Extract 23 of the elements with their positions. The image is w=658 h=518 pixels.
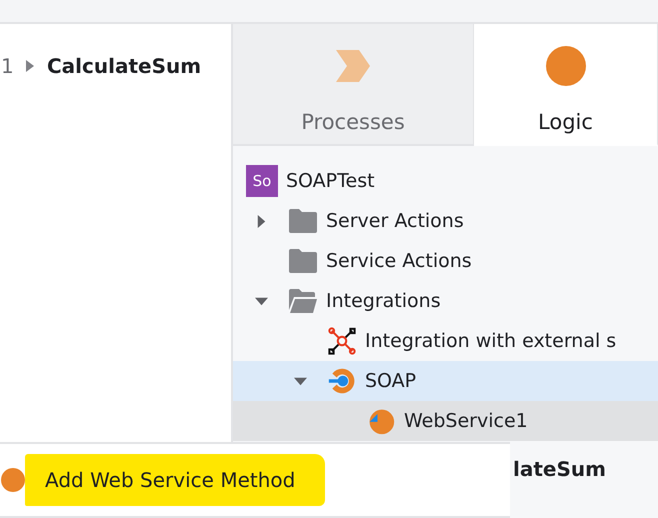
tree-item[interactable]: SOAPTest bbox=[286, 170, 375, 192]
menu-item[interactable]: Add Web Service Method bbox=[25, 454, 326, 506]
tab[interactable]: Processes bbox=[233, 24, 474, 146]
folder-icon bbox=[288, 207, 318, 235]
circle-icon bbox=[1, 468, 25, 492]
tree-item[interactable]: Integration with external s bbox=[365, 330, 616, 352]
network-icon bbox=[327, 327, 357, 355]
expand-arrow-icon[interactable] bbox=[25, 59, 35, 73]
expand-arrow-icon[interactable] bbox=[255, 214, 268, 228]
soap-service-icon bbox=[327, 367, 357, 395]
line-number: 1 bbox=[1, 54, 15, 78]
tree-item[interactable]: WebService1 bbox=[404, 410, 528, 432]
open-folder-icon bbox=[288, 287, 318, 315]
tab[interactable]: Logic bbox=[474, 24, 658, 146]
method-name: lateSum bbox=[513, 457, 606, 481]
circle-icon bbox=[546, 46, 586, 86]
tree-item[interactable]: Integrations bbox=[326, 290, 441, 312]
tree-item[interactable]: Service Actions bbox=[326, 250, 472, 272]
tree-item[interactable]: Server Actions bbox=[326, 210, 464, 232]
tree-item[interactable]: SOAP bbox=[365, 370, 416, 392]
folder-icon bbox=[288, 247, 318, 275]
module-badge: So bbox=[246, 165, 278, 197]
tree-item[interactable]: CalculateSum bbox=[47, 54, 202, 78]
